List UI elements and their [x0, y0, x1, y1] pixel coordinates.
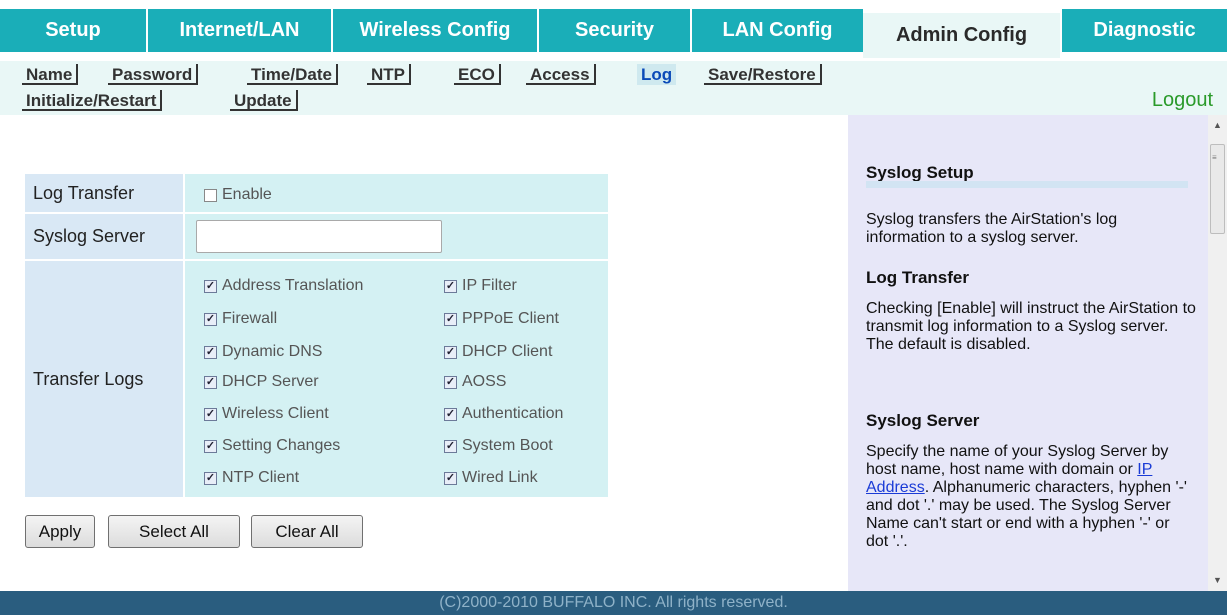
log-option-label: NTP Client [222, 469, 300, 486]
checkbox-checked-icon[interactable]: ✓ [444, 407, 457, 421]
footer-copyright: (C)2000-2010 BUFFALO INC. All rights res… [0, 591, 1227, 615]
log-option-label: IP Filter [462, 277, 517, 294]
checkbox-checked-icon[interactable]: ✓ [444, 312, 457, 326]
log-option-label: System Boot [462, 437, 553, 454]
scroll-up-icon[interactable]: ▲ [1208, 117, 1227, 134]
sub-navigation: Name Password Time/Date NTP ECO Access L… [0, 61, 1227, 115]
tab-setup[interactable]: Setup [0, 9, 146, 52]
syslog-server-input[interactable] [196, 220, 442, 253]
log-option-label: AOSS [462, 373, 507, 390]
syslog-server-label-text: Syslog Server [33, 226, 146, 246]
log-option-wired-link[interactable]: ✓ Wired Link [444, 469, 538, 487]
subtab-time-date[interactable]: Time/Date [247, 64, 338, 85]
log-option-ip-filter[interactable]: ✓ IP Filter [444, 277, 517, 295]
checkbox-unchecked-icon[interactable] [204, 188, 217, 202]
subtab-access[interactable]: Access [526, 64, 596, 85]
checkbox-checked-icon[interactable]: ✓ [204, 407, 217, 421]
checkbox-checked-icon[interactable]: ✓ [444, 439, 457, 453]
subtab-ntp[interactable]: NTP [367, 64, 411, 85]
log-option-dynamic-dns[interactable]: ✓ Dynamic DNS [204, 343, 322, 361]
tab-internet-lan[interactable]: Internet/LAN [148, 9, 331, 52]
tab-diagnostic[interactable]: Diagnostic [1062, 9, 1227, 52]
tab-wireless-config[interactable]: Wireless Config [333, 9, 537, 52]
tab-admin-config[interactable]: Admin Config [863, 13, 1060, 58]
help-log-transfer-heading: Log Transfer [866, 268, 969, 287]
top-navigation: Setup Internet/LAN Wireless Config Secur… [0, 0, 1227, 61]
subtab-log[interactable]: Log [637, 64, 677, 85]
log-option-dhcp-server[interactable]: ✓ DHCP Server [204, 373, 319, 391]
clear-all-button[interactable]: Clear All [251, 515, 363, 548]
subtab-eco[interactable]: ECO [454, 64, 501, 85]
help-scrollbar[interactable]: ▲ ≡ ▼ [1208, 115, 1227, 591]
checkbox-checked-icon[interactable]: ✓ [444, 375, 457, 389]
log-option-label: PPPoE Client [462, 310, 559, 327]
tab-security[interactable]: Security [539, 9, 690, 52]
log-option-label: Wired Link [462, 469, 538, 486]
log-option-address-translation[interactable]: ✓ Address Translation [204, 277, 363, 295]
log-option-label: Address Translation [222, 277, 364, 294]
subtab-save-restore[interactable]: Save/Restore [704, 64, 822, 85]
log-option-label: DHCP Client [462, 343, 553, 360]
log-option-label: Wireless Client [222, 405, 329, 422]
log-option-dhcp-client[interactable]: ✓ DHCP Client [444, 343, 552, 361]
log-option-ntp-client[interactable]: ✓ NTP Client [204, 469, 299, 487]
checkbox-checked-icon[interactable]: ✓ [204, 279, 217, 293]
checkbox-checked-icon[interactable]: ✓ [444, 345, 457, 359]
apply-button[interactable]: Apply [25, 515, 95, 548]
help-syslog-text-a: Specify the name of your Syslog Server b… [866, 443, 1169, 478]
help-divider [866, 181, 1188, 188]
checkbox-checked-icon[interactable]: ✓ [204, 471, 217, 485]
log-option-aoss[interactable]: ✓ AOSS [444, 373, 506, 391]
checkbox-checked-icon[interactable]: ✓ [204, 312, 217, 326]
select-all-button[interactable]: Select All [108, 515, 240, 548]
log-option-label: Dynamic DNS [222, 343, 323, 360]
subtab-update[interactable]: Update [230, 90, 298, 111]
log-transfer-label-text: Log Transfer [33, 182, 135, 203]
transfer-logs-label-text: Transfer Logs [33, 368, 144, 389]
logout-link[interactable]: Logout [1152, 89, 1213, 112]
help-intro: Syslog transfers the AirStation's log in… [866, 211, 1118, 246]
log-option-label: Firewall [222, 310, 278, 327]
tab-lan-config[interactable]: LAN Config [692, 9, 863, 52]
scroll-down-icon[interactable]: ▼ [1208, 572, 1227, 589]
help-log-transfer-text: Checking [Enable] will instruct the AirS… [866, 300, 1196, 353]
subtab-name[interactable]: Name [22, 64, 79, 85]
checkbox-checked-icon[interactable]: ✓ [444, 279, 457, 293]
log-option-label: Setting Changes [222, 437, 341, 454]
log-option-authentication[interactable]: ✓ Authentication [444, 405, 563, 423]
help-title: Syslog Setup [866, 163, 974, 182]
transfer-logs-label: Transfer Logs [25, 261, 183, 497]
log-option-setting-changes[interactable]: ✓ Setting Changes [204, 437, 340, 455]
log-option-system-boot[interactable]: ✓ System Boot [444, 437, 553, 455]
help-syslog-server-heading: Syslog Server [866, 411, 980, 430]
enable-checkbox[interactable]: Enable [204, 186, 272, 204]
subtab-password[interactable]: Password [108, 64, 199, 85]
subtab-initialize-restart[interactable]: Initialize/Restart [22, 90, 163, 111]
checkbox-checked-icon[interactable]: ✓ [204, 345, 217, 359]
log-option-label: DHCP Server [222, 373, 319, 390]
help-panel: Syslog Setup Syslog transfers the AirSta… [848, 115, 1208, 591]
enable-label: Enable [222, 186, 272, 203]
checkbox-checked-icon[interactable]: ✓ [204, 375, 217, 389]
syslog-server-label: Syslog Server [25, 214, 183, 259]
checkbox-checked-icon[interactable]: ✓ [444, 471, 457, 485]
checkbox-checked-icon[interactable]: ✓ [204, 439, 217, 453]
log-option-wireless-client[interactable]: ✓ Wireless Client [204, 405, 329, 423]
log-option-label: Authentication [462, 405, 564, 422]
help-syslog-server-text: Specify the name of your Syslog Server b… [866, 443, 1196, 551]
grip-icon: ≡ [1212, 153, 1217, 162]
log-option-pppoe-client[interactable]: ✓ PPPoE Client [444, 310, 559, 328]
log-option-firewall[interactable]: ✓ Firewall [204, 310, 277, 328]
log-transfer-label: Log Transfer [25, 174, 183, 212]
